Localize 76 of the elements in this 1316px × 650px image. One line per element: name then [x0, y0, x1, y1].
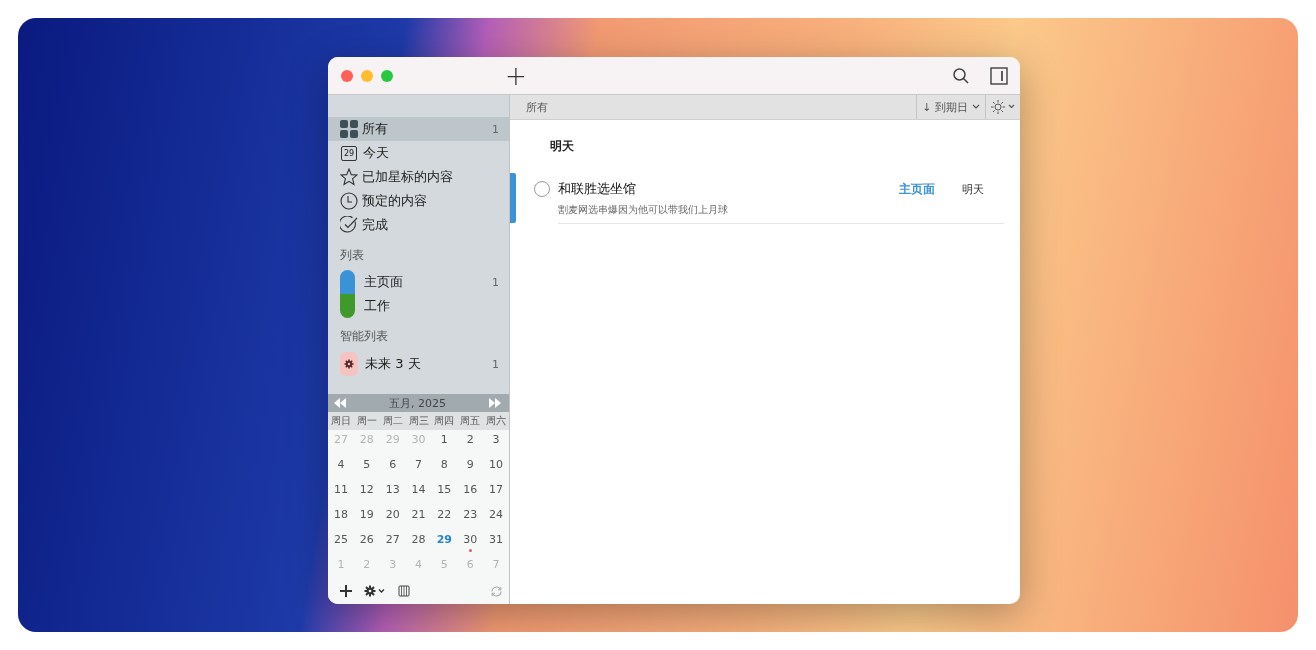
calendar-day[interactable]: 26 — [359, 530, 374, 555]
calendar-day[interactable]: 3 — [492, 430, 500, 455]
sidebar-item[interactable]: 未来 3 天 1 — [328, 351, 509, 377]
sidebar-item[interactable]: 预定的内容 — [328, 189, 509, 213]
weekday-label: 周一 — [355, 414, 378, 428]
calendar-day[interactable]: 18 — [333, 505, 348, 530]
group-heading: 明天 — [549, 138, 575, 155]
previous-month-icon[interactable] — [334, 398, 346, 408]
next-month-icon[interactable] — [489, 398, 501, 408]
weekday-label: 周六 — [485, 414, 508, 428]
calendar-day[interactable]: 30 — [463, 530, 478, 555]
calendar-icon[interactable] — [398, 585, 410, 597]
minimize-button[interactable] — [361, 69, 373, 82]
search-icon[interactable] — [952, 66, 970, 85]
calendar-day[interactable]: 15 — [437, 480, 452, 505]
weekday-label: 周四 — [433, 414, 456, 428]
clock-icon — [340, 192, 358, 210]
calendar-day[interactable]: 14 — [411, 480, 426, 505]
sidebar-item[interactable]: 29 今天 — [328, 141, 509, 165]
sidebar-item[interactable]: 完成 — [328, 213, 509, 237]
calendar-day[interactable]: 7 — [415, 455, 422, 480]
task-row[interactable]: 和联胜选坐馆 主页面 明天 割麦网选串爆因为他可以带我们上月球 — [510, 173, 1020, 230]
weekday-label: 周五 — [459, 414, 482, 428]
calendar-day[interactable]: 17 — [489, 480, 504, 505]
calendar-day[interactable]: 19 — [359, 505, 374, 530]
add-button[interactable]: + — [501, 62, 531, 89]
calendar-day[interactable]: 8 — [440, 455, 448, 480]
weekday-label: 周二 — [381, 414, 404, 428]
calendar-month-title: 五月, 2025 — [388, 395, 447, 411]
task-note: 割麦网选串爆因为他可以带我们上月球 — [558, 203, 729, 217]
task-title: 和联胜选坐馆 — [558, 180, 636, 198]
calendar-day[interactable]: 11 — [333, 480, 348, 505]
sidebar-item[interactable]: 已加星标的内容 — [328, 165, 509, 189]
calendar-day[interactable]: 12 — [359, 480, 374, 505]
calendar-day[interactable]: 28 — [411, 530, 426, 555]
section-heading: 列表 — [339, 247, 365, 264]
section-heading: 智能列表 — [339, 328, 389, 345]
calendar-day[interactable]: 21 — [411, 505, 426, 530]
calendar-day[interactable]: 5 — [363, 455, 371, 480]
calendar-day[interactable]: 10 — [489, 455, 504, 480]
gear-menu-icon[interactable] — [364, 585, 386, 597]
calendar-day[interactable]: 27 — [385, 530, 400, 555]
calendar-day[interactable]: 13 — [385, 480, 400, 505]
sync-icon[interactable] — [490, 584, 503, 598]
calendar-day[interactable]: 20 — [385, 505, 400, 530]
plus-icon[interactable] — [340, 585, 352, 597]
calendar-day[interactable]: 16 — [463, 480, 478, 505]
task-list-name: 主页面 — [899, 180, 935, 198]
calendar-day[interactable]: 24 — [489, 505, 504, 530]
close-button[interactable] — [341, 69, 353, 82]
calendar-day[interactable]: 23 — [463, 505, 478, 530]
calendar-day[interactable]: 2 — [466, 430, 474, 455]
calendar-day[interactable]: 22 — [437, 505, 452, 530]
gear-icon — [340, 352, 358, 376]
star-icon — [340, 168, 358, 186]
weekday-label: 周三 — [407, 414, 430, 428]
calendar-day[interactable]: 31 — [489, 530, 504, 555]
sidebar-toggle-icon[interactable] — [990, 66, 1008, 85]
weekday-label: 周日 — [329, 414, 352, 428]
calendar-day[interactable]: 29 — [436, 530, 452, 555]
zoom-button[interactable] — [381, 69, 393, 82]
calendar-day[interactable]: 4 — [337, 455, 345, 480]
chevron-down-icon — [972, 104, 980, 110]
sidebar-item[interactable]: 主页面 1 — [328, 270, 509, 294]
grid-icon — [340, 120, 358, 138]
sort-button[interactable]: ↓ 到期日 — [916, 95, 985, 119]
check-circle-icon — [340, 216, 358, 234]
sidebar-item[interactable]: 所有 1 — [328, 117, 509, 141]
list-title: 所有 — [525, 99, 548, 115]
calendar-day[interactable]: 6 — [389, 455, 397, 480]
sidebar-item[interactable]: 工作 — [328, 294, 509, 318]
calendar-day[interactable]: 9 — [466, 455, 474, 480]
calendar-day[interactable]: 25 — [333, 530, 348, 555]
task-due-date: 明天 — [962, 181, 985, 197]
calendar-icon: 29 — [341, 145, 357, 161]
calendar-day[interactable]: 1 — [440, 430, 448, 455]
